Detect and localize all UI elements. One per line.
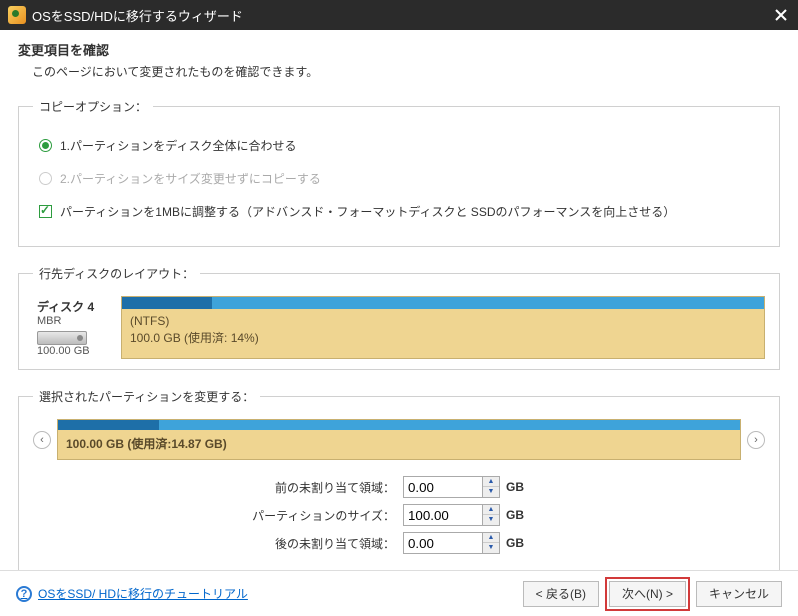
page-subheading: このページにおいて変更されたものを確認できます。 <box>18 63 780 80</box>
before-unalloc-spin[interactable]: ▲▼ <box>483 476 500 498</box>
after-unalloc-label: 後の未割り当て領域： <box>33 535 403 552</box>
footer: ? OSをSSD/ HDに移行のチュートリアル < 戻る(B) 次へ(N) > … <box>0 570 798 616</box>
align-1mb-checkbox[interactable] <box>39 205 52 218</box>
header: 変更項目を確認 このページにおいて変更されたものを確認できます。 <box>0 30 798 98</box>
page-heading: 変更項目を確認 <box>18 40 780 59</box>
selected-usage-bar <box>58 420 740 430</box>
selected-partition[interactable]: 100.00 GB (使用済:14.87 GB) <box>57 419 741 460</box>
disk-size: 100.00 GB <box>37 345 117 357</box>
resize-right-arrow[interactable]: › <box>747 431 765 449</box>
after-unalloc-input[interactable] <box>403 532 483 554</box>
partition-detail: 100.0 GB (使用済: 14%) <box>130 331 259 345</box>
unit-label: GB <box>506 508 524 522</box>
copy-option-fit-radio[interactable] <box>39 139 52 152</box>
selected-partition-legend: 選択されたパーティションを変更する： <box>33 388 260 405</box>
before-unalloc-input[interactable] <box>403 476 483 498</box>
destination-partition[interactable]: (NTFS) 100.0 GB (使用済: 14%) <box>121 296 765 359</box>
partition-size-spin[interactable]: ▲▼ <box>483 504 500 526</box>
destination-group: 行先ディスクのレイアウト： ディスク 4 MBR 100.00 GB (NTFS… <box>18 265 780 370</box>
titlebar: OSをSSD/HDに移行するウィザード <box>0 0 798 30</box>
destination-disk-row: ディスク 4 MBR 100.00 GB (NTFS) 100.0 GB (使用… <box>33 296 765 359</box>
copy-options-legend: コピーオプション： <box>33 98 153 115</box>
copy-option-fit-label: 1.パーティションをディスク全体に合わせる <box>60 137 296 154</box>
copy-option-noresize-radio <box>39 172 52 185</box>
partition-fs: (NTFS) <box>130 314 169 328</box>
window-title: OSをSSD/HDに移行するウィザード <box>32 6 772 25</box>
disk-scheme: MBR <box>37 315 117 327</box>
copy-option-noresize[interactable]: 2.パーティションをサイズ変更せずにコピーする <box>39 170 765 187</box>
before-unalloc-label: 前の未割り当て領域： <box>33 479 403 496</box>
copy-option-fit[interactable]: 1.パーティションをディスク全体に合わせる <box>39 137 765 154</box>
after-unalloc-spin[interactable]: ▲▼ <box>483 532 500 554</box>
copy-option-noresize-label: 2.パーティションをサイズ変更せずにコピーする <box>60 170 321 187</box>
partition-size-input[interactable] <box>403 504 483 526</box>
close-icon[interactable] <box>772 6 790 24</box>
destination-legend: 行先ディスクのレイアウト： <box>33 265 200 282</box>
next-button[interactable]: 次へ(N) > <box>609 581 686 607</box>
align-1mb-label: パーティションを1MBに調整する（アドバンスド・フォーマットディスクと SSDの… <box>60 203 675 220</box>
partition-usage-bar <box>122 297 764 309</box>
help-link-text: OSをSSD/ HDに移行のチュートリアル <box>38 585 248 602</box>
selected-partition-detail: 100.00 GB (使用済:14.87 GB) <box>58 430 740 459</box>
size-inputs: 前の未割り当て領域： ▲▼ GB パーティションのサイズ： ▲▼ GB 後の未割… <box>33 476 765 554</box>
disk-icon <box>37 331 87 345</box>
disk-info: ディスク 4 MBR 100.00 GB <box>33 296 121 359</box>
cancel-button[interactable]: キャンセル <box>696 581 782 607</box>
next-button-highlight: 次へ(N) > <box>605 577 690 611</box>
unit-label: GB <box>506 480 524 494</box>
partition-label: (NTFS) 100.0 GB (使用済: 14%) <box>122 309 764 353</box>
resize-left-arrow[interactable]: ‹ <box>33 431 51 449</box>
disk-name: ディスク 4 <box>37 298 117 315</box>
copy-options-group: コピーオプション： 1.パーティションをディスク全体に合わせる 2.パーティショ… <box>18 98 780 247</box>
help-icon: ? <box>16 586 32 602</box>
selected-partition-group: 選択されたパーティションを変更する： ‹ 100.00 GB (使用済:14.8… <box>18 388 780 571</box>
partition-size-label: パーティションのサイズ： <box>33 507 403 524</box>
unit-label: GB <box>506 536 524 550</box>
align-1mb[interactable]: パーティションを1MBに調整する（アドバンスド・フォーマットディスクと SSDの… <box>39 203 765 220</box>
back-button[interactable]: < 戻る(B) <box>523 581 599 607</box>
help-link[interactable]: ? OSをSSD/ HDに移行のチュートリアル <box>16 585 248 602</box>
app-icon <box>8 6 26 24</box>
